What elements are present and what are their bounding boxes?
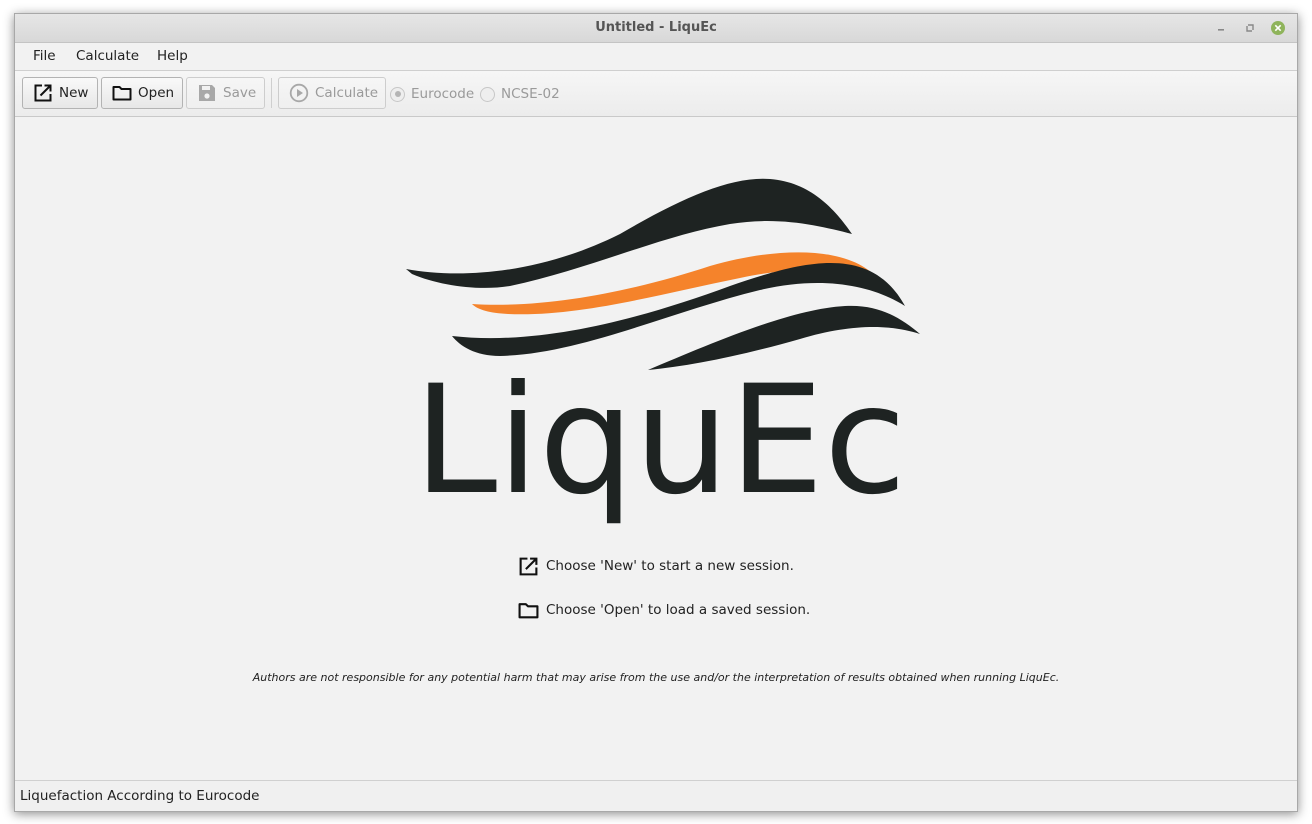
radio-ncse02-indicator [480, 86, 495, 102]
new-session-hint-text: Choose 'New' to start a new session. [546, 558, 794, 574]
liquec-logo: LiquEc [406, 178, 920, 524]
folder-icon [112, 83, 132, 103]
logo-wave-strokes [406, 178, 920, 370]
save-button-label: Save [223, 85, 257, 101]
menu-file[interactable]: File [23, 43, 66, 70]
status-bar: Liquefaction According to Eurocode [15, 780, 1297, 811]
open-session-hint-text: Choose 'Open' to load a saved session. [546, 602, 811, 618]
radio-eurocode-indicator [390, 86, 405, 102]
maximize-icon [1246, 24, 1254, 32]
minimize-icon [1218, 29, 1224, 31]
status-text: Liquefaction According to Eurocode [20, 788, 260, 804]
radio-eurocode[interactable]: Eurocode [390, 84, 474, 104]
menu-calculate[interactable]: Calculate [66, 43, 149, 70]
disclaimer-text: Authors are not responsible for any pote… [252, 671, 1060, 684]
menu-bar: File Calculate Help [15, 43, 1297, 71]
app-window: Untitled - LiquEc File Calculate Help Ne… [14, 13, 1298, 812]
new-session-hint: Choose 'New' to start a new session. [518, 555, 794, 577]
open-session-hint: Choose 'Open' to load a saved session. [518, 599, 810, 621]
maximize-button[interactable] [1242, 20, 1258, 36]
new-session-icon [518, 556, 539, 577]
radio-eurocode-label: Eurocode [411, 86, 475, 102]
save-button[interactable]: Save [186, 77, 265, 109]
calculate-button[interactable]: Calculate [278, 77, 386, 109]
close-icon [1271, 21, 1285, 35]
window-title: Untitled - LiquEc [595, 20, 717, 35]
toolbar-separator [271, 78, 272, 108]
open-button[interactable]: Open [101, 77, 183, 109]
folder-icon [518, 600, 539, 621]
menu-help[interactable]: Help [147, 43, 198, 70]
new-button[interactable]: New [22, 77, 98, 109]
title-bar[interactable]: Untitled - LiquEc [15, 14, 1297, 43]
calculate-button-label: Calculate [315, 85, 379, 101]
open-button-label: Open [138, 85, 175, 101]
toolbar: New Open Save Calculate Eurocode NCSE-02 [15, 71, 1297, 117]
floppy-disk-icon [197, 83, 217, 103]
radio-ncse02[interactable]: NCSE-02 [480, 84, 560, 104]
new-button-label: New [59, 85, 89, 101]
radio-ncse02-label: NCSE-02 [501, 86, 560, 102]
close-button[interactable] [1270, 20, 1286, 36]
minimize-button[interactable] [1214, 20, 1230, 36]
play-circle-icon [289, 83, 309, 103]
logo-text: LiquEc [414, 354, 907, 524]
new-session-icon [33, 83, 53, 103]
